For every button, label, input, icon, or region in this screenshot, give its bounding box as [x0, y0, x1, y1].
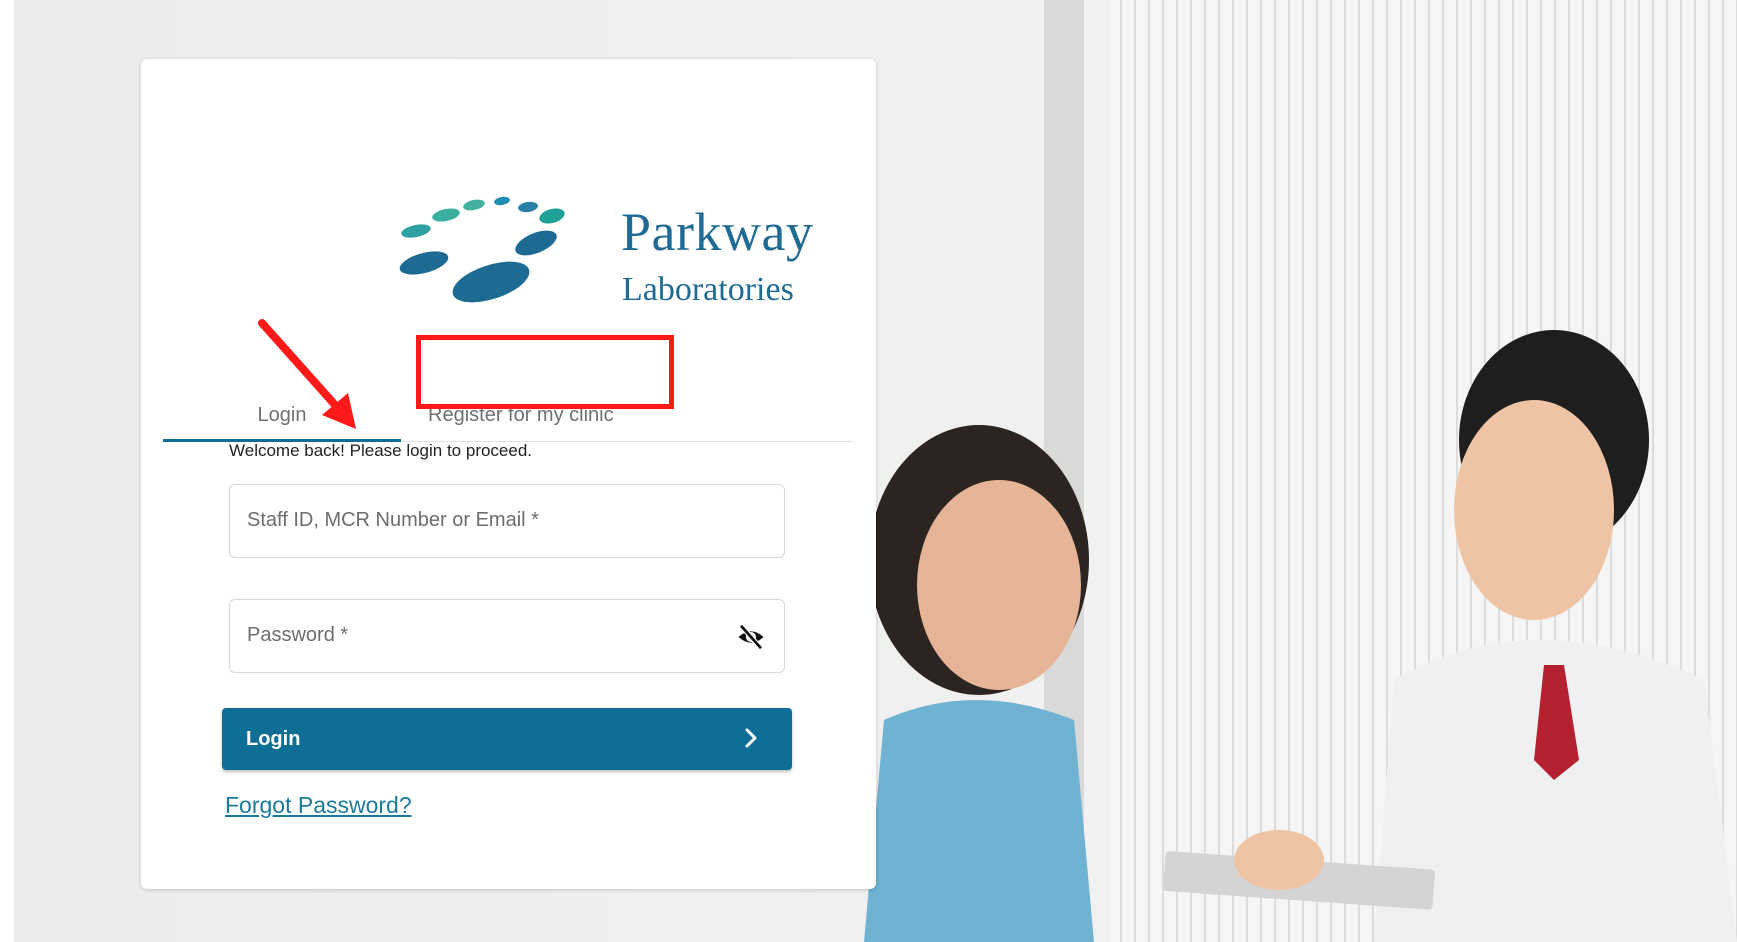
staff-id-input[interactable] — [245, 508, 719, 533]
login-card: Parkway Laboratories Login Register for … — [141, 59, 876, 889]
staff-id-field[interactable] — [229, 484, 785, 558]
eye-off-icon[interactable] — [736, 622, 766, 652]
chevron-right-icon — [745, 728, 757, 748]
login-button[interactable]: Login — [222, 708, 792, 770]
welcome-text: Welcome back! Please login to proceed. — [229, 441, 533, 460]
password-field[interactable] — [229, 599, 785, 673]
brand-subtitle: Laboratories — [622, 271, 794, 308]
page-background: Parkway Laboratories Login Register for … — [14, 0, 1737, 942]
brand-name: Parkway — [621, 202, 814, 262]
annotation-highlight-box — [416, 335, 674, 409]
annotation-arrow-icon — [258, 319, 356, 429]
password-input[interactable] — [245, 623, 719, 648]
forgot-password-link[interactable]: Forgot Password? — [225, 792, 412, 819]
login-button-label: Login — [246, 728, 301, 750]
